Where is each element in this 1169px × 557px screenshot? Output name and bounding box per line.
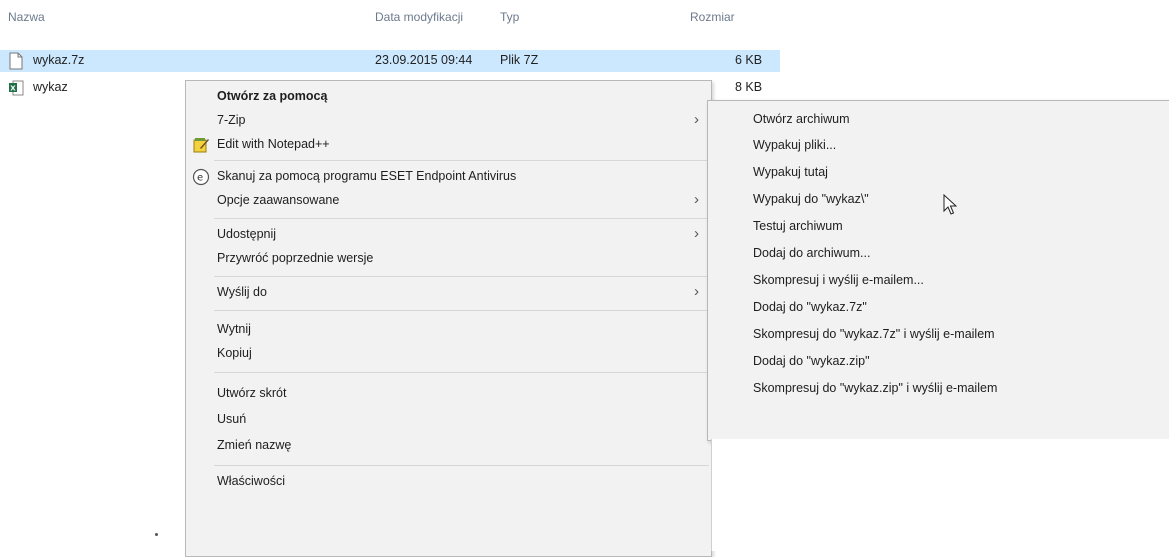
menu-item-eset[interactable]: e Skanuj za pomocą programu ESET Endpoin… — [186, 165, 711, 189]
notepad-icon — [193, 138, 209, 153]
menu-item-label: Przywróć poprzednie wersje — [217, 251, 374, 265]
file-list-background — [711, 439, 1169, 551]
submenu-7zip: Otwórz archiwum Wypakuj pliki... Wypakuj… — [707, 100, 1169, 441]
column-header-modified[interactable]: Data modyfikacji — [375, 10, 463, 24]
file-name: wykaz.7z — [33, 53, 85, 67]
menu-item-notepad[interactable]: Edit with Notepad++ — [186, 133, 711, 157]
blank-file-icon — [9, 52, 23, 70]
file-type: Plik 7Z — [500, 53, 539, 67]
submenu-item-compress-zip-email[interactable]: Skompresuj do "wykaz.zip" i wyślij e-mai… — [708, 376, 1169, 402]
chevron-right-icon: › — [694, 225, 699, 242]
menu-item-label: Edit with Notepad++ — [217, 137, 330, 151]
menu-item-label: Utwórz skrót — [217, 386, 287, 400]
eset-icon: e — [192, 168, 210, 186]
menu-separator — [214, 310, 709, 311]
menu-item-label: 7-Zip — [217, 113, 246, 127]
column-header-name[interactable]: Nazwa — [8, 10, 45, 24]
file-name: wykaz — [33, 80, 68, 94]
menu-item-label: Otwórz za pomocą — [217, 89, 328, 103]
file-size: 6 KB — [735, 53, 763, 67]
submenu-item-label: Testuj archiwum — [753, 219, 843, 233]
menu-separator — [214, 372, 709, 373]
chevron-right-icon: › — [694, 191, 699, 208]
menu-item-label: Zmień nazwę — [217, 438, 292, 452]
submenu-item-extract-to-folder[interactable]: Wypakuj do "wykaz\" — [708, 187, 1169, 213]
excel-file-icon: X — [9, 80, 24, 96]
menu-item-label: Opcje zaawansowane — [217, 193, 340, 207]
menu-item-copy[interactable]: Kopiuj — [186, 342, 711, 366]
submenu-item-label: Skompresuj do "wykaz.7z" i wyślij e-mail… — [753, 327, 995, 341]
menu-item-label: Wytnij — [217, 322, 251, 336]
submenu-item-label: Dodaj do "wykaz.7z" — [753, 300, 867, 314]
context-menu: Otwórz za pomocą 7-Zip › Edit with Notep… — [185, 80, 712, 557]
submenu-item-label: Wypakuj tutaj — [753, 165, 828, 179]
menu-item-open-with[interactable]: Otwórz za pomocą — [186, 85, 711, 109]
menu-separator — [214, 218, 709, 219]
chevron-right-icon: › — [694, 111, 699, 128]
menu-item-share[interactable]: Udostępnij › — [186, 223, 711, 247]
submenu-item-label: Wypakuj pliki... — [753, 138, 837, 152]
submenu-item-extract-files[interactable]: Wypakuj pliki... — [708, 133, 1169, 159]
submenu-item-label: Wypakuj do "wykaz\" — [753, 192, 869, 206]
chevron-right-icon: › — [694, 283, 699, 300]
submenu-item-compress-7z-email[interactable]: Skompresuj do "wykaz.7z" i wyślij e-mail… — [708, 322, 1169, 348]
menu-separator — [214, 276, 709, 277]
file-size: 8 KB — [735, 80, 763, 94]
menu-item-advanced[interactable]: Opcje zaawansowane › — [186, 189, 711, 213]
menu-separator — [214, 160, 709, 161]
menu-item-label: Właściwości — [217, 474, 286, 488]
menu-item-properties[interactable]: Właściwości — [186, 470, 711, 494]
menu-item-label: Udostępnij — [217, 227, 277, 241]
menu-item-restore[interactable]: Przywróć poprzednie wersje — [186, 247, 711, 271]
menu-separator — [214, 465, 709, 466]
submenu-item-label: Otwórz archiwum — [753, 112, 850, 126]
submenu-item-open-archive[interactable]: Otwórz archiwum — [708, 107, 1169, 133]
menu-item-label: Skanuj za pomocą programu ESET Endpoint … — [217, 169, 517, 183]
svg-text:X: X — [10, 85, 16, 93]
submenu-item-label: Skompresuj do "wykaz.zip" i wyślij e-mai… — [753, 381, 998, 395]
column-header-size[interactable]: Rozmiar — [690, 10, 735, 24]
mouse-cursor-icon — [943, 194, 957, 215]
submenu-item-test-archive[interactable]: Testuj archiwum — [708, 214, 1169, 240]
submenu-item-label: Dodaj do "wykaz.zip" — [753, 354, 870, 368]
menu-item-label: Usuń — [217, 412, 247, 426]
menu-item-7zip[interactable]: 7-Zip › — [186, 109, 711, 133]
menu-item-cut[interactable]: Wytnij — [186, 318, 711, 342]
menu-item-rename[interactable]: Zmień nazwę — [186, 434, 711, 458]
stray-dot — [155, 533, 158, 536]
menu-item-label: Wyślij do — [217, 285, 267, 299]
file-modified: 23.09.2015 09:44 — [375, 53, 473, 67]
file-row-wykaz-7z[interactable]: wykaz.7z 23.09.2015 09:44 Plik 7Z 6 KB — [0, 50, 1169, 72]
menu-item-label: Kopiuj — [217, 346, 252, 360]
column-header-type[interactable]: Typ — [500, 10, 519, 24]
submenu-item-label: Dodaj do archiwum... — [753, 246, 871, 260]
submenu-item-extract-here[interactable]: Wypakuj tutaj — [708, 160, 1169, 186]
submenu-item-add-to-7z[interactable]: Dodaj do "wykaz.7z" — [708, 295, 1169, 321]
submenu-item-compress-email[interactable]: Skompresuj i wyślij e-mailem... — [708, 268, 1169, 294]
submenu-item-add-to-zip[interactable]: Dodaj do "wykaz.zip" — [708, 349, 1169, 375]
menu-item-delete[interactable]: Usuń — [186, 408, 711, 432]
menu-item-shortcut[interactable]: Utwórz skrót — [186, 382, 711, 406]
submenu-item-add-to-archive[interactable]: Dodaj do archiwum... — [708, 241, 1169, 267]
menu-item-send-to[interactable]: Wyślij do › — [186, 281, 711, 305]
submenu-item-label: Skompresuj i wyślij e-mailem... — [753, 273, 924, 287]
svg-text:e: e — [197, 173, 203, 184]
cropped-top-text — [0, 0, 1169, 3]
